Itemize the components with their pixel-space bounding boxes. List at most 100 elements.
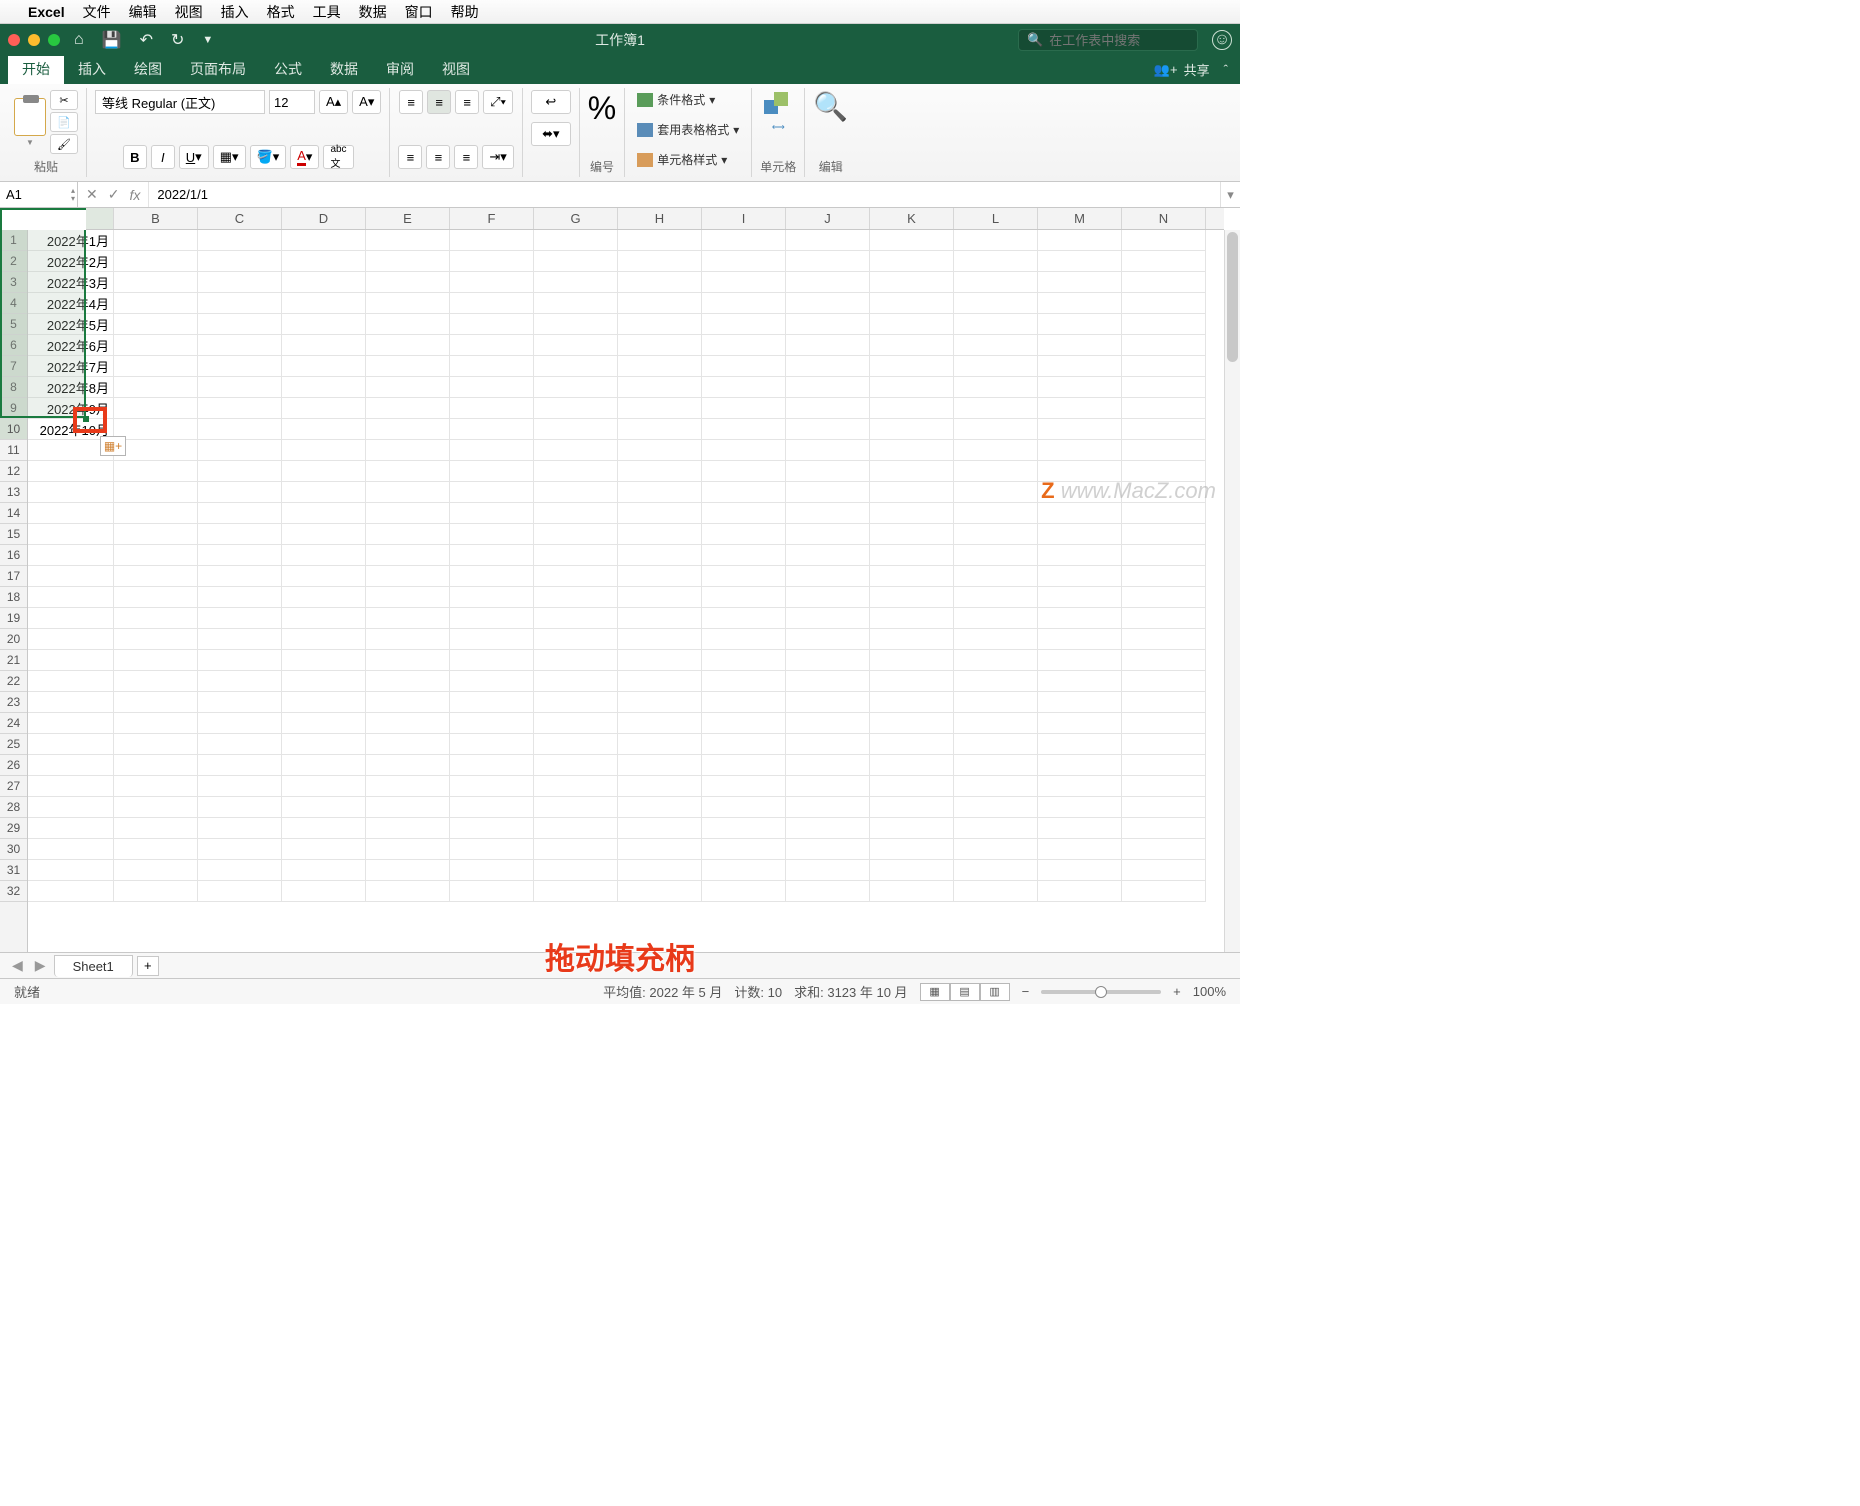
zoom-in-button[interactable]: + <box>1173 984 1181 999</box>
cell[interactable] <box>870 398 954 419</box>
vertical-scrollbar[interactable] <box>1224 230 1240 952</box>
cell[interactable] <box>618 398 702 419</box>
cell[interactable] <box>618 839 702 860</box>
align-bottom-button[interactable]: ≡ <box>455 90 479 114</box>
cell[interactable] <box>702 650 786 671</box>
undo-icon[interactable]: ↶ <box>140 30 153 50</box>
cell[interactable] <box>1122 776 1206 797</box>
cell[interactable] <box>366 629 450 650</box>
cell[interactable] <box>534 293 618 314</box>
cell[interactable] <box>1038 482 1122 503</box>
cell[interactable] <box>786 314 870 335</box>
cell[interactable] <box>1038 818 1122 839</box>
expand-formula-bar-icon[interactable]: ▾ <box>1220 182 1240 207</box>
cell[interactable] <box>1122 377 1206 398</box>
cell[interactable] <box>870 335 954 356</box>
cell[interactable] <box>198 419 282 440</box>
row-header[interactable]: 31 <box>0 860 27 881</box>
cell[interactable] <box>198 482 282 503</box>
save-icon[interactable]: 💾 <box>102 30 122 50</box>
cell[interactable] <box>450 839 534 860</box>
cell[interactable] <box>198 545 282 566</box>
cell[interactable] <box>366 650 450 671</box>
cell[interactable] <box>28 524 114 545</box>
cell[interactable] <box>366 356 450 377</box>
cell[interactable] <box>28 545 114 566</box>
row-header[interactable]: 12 <box>0 461 27 482</box>
cell[interactable] <box>702 629 786 650</box>
cell[interactable] <box>1038 419 1122 440</box>
cell[interactable] <box>28 839 114 860</box>
cell[interactable] <box>1038 776 1122 797</box>
view-page-layout-button[interactable]: ▤ <box>950 983 980 1001</box>
cell[interactable] <box>702 335 786 356</box>
cell[interactable] <box>618 650 702 671</box>
cell[interactable] <box>618 587 702 608</box>
home-icon[interactable]: ⌂ <box>74 31 84 49</box>
cell[interactable] <box>534 440 618 461</box>
feedback-icon[interactable]: ☺ <box>1212 30 1232 50</box>
row-header[interactable]: 13 <box>0 482 27 503</box>
cell[interactable] <box>1038 755 1122 776</box>
cell[interactable] <box>954 713 1038 734</box>
cell[interactable] <box>954 251 1038 272</box>
cell[interactable] <box>702 314 786 335</box>
cell[interactable] <box>702 839 786 860</box>
column-header[interactable]: M <box>1038 208 1122 229</box>
cell[interactable] <box>954 776 1038 797</box>
column-header[interactable]: K <box>870 208 954 229</box>
cell[interactable] <box>114 650 198 671</box>
cell[interactable] <box>702 230 786 251</box>
zoom-out-button[interactable]: − <box>1022 984 1030 999</box>
cell[interactable] <box>114 419 198 440</box>
cell[interactable] <box>534 398 618 419</box>
cell[interactable] <box>786 692 870 713</box>
cell[interactable] <box>282 713 366 734</box>
menu-tools[interactable]: 工具 <box>313 2 341 22</box>
cell[interactable] <box>1038 881 1122 902</box>
merge-button[interactable]: ⬌▾ <box>531 122 571 146</box>
cell[interactable] <box>114 839 198 860</box>
cell[interactable] <box>114 671 198 692</box>
cell[interactable] <box>366 230 450 251</box>
cell[interactable] <box>1038 524 1122 545</box>
cell[interactable] <box>1122 587 1206 608</box>
cell[interactable] <box>198 734 282 755</box>
cell[interactable] <box>366 482 450 503</box>
cell[interactable] <box>786 251 870 272</box>
cell[interactable] <box>198 335 282 356</box>
cell[interactable] <box>786 629 870 650</box>
cell[interactable] <box>198 461 282 482</box>
cell[interactable] <box>702 671 786 692</box>
cell[interactable] <box>618 671 702 692</box>
cell[interactable] <box>702 503 786 524</box>
cell[interactable] <box>282 692 366 713</box>
cell[interactable] <box>1038 293 1122 314</box>
cell[interactable] <box>28 587 114 608</box>
cell[interactable] <box>786 671 870 692</box>
cell[interactable] <box>28 503 114 524</box>
wrap-text-button[interactable]: ↩ <box>531 90 571 114</box>
cell[interactable] <box>198 671 282 692</box>
row-header[interactable]: 25 <box>0 734 27 755</box>
cell[interactable] <box>114 272 198 293</box>
cell[interactable] <box>1122 881 1206 902</box>
cell[interactable] <box>534 251 618 272</box>
cell[interactable] <box>450 230 534 251</box>
cell[interactable] <box>534 272 618 293</box>
cell[interactable] <box>198 650 282 671</box>
font-size-select[interactable] <box>269 90 315 114</box>
cell[interactable] <box>1122 461 1206 482</box>
cell[interactable] <box>114 797 198 818</box>
indent-button[interactable]: ⇥▾ <box>482 145 513 169</box>
cell[interactable] <box>954 272 1038 293</box>
cell[interactable] <box>114 734 198 755</box>
cell[interactable] <box>786 860 870 881</box>
cell[interactable] <box>450 293 534 314</box>
cell[interactable] <box>198 566 282 587</box>
cell[interactable] <box>198 776 282 797</box>
cell[interactable] <box>450 356 534 377</box>
cell[interactable] <box>870 713 954 734</box>
cell[interactable] <box>114 818 198 839</box>
cell[interactable] <box>114 755 198 776</box>
